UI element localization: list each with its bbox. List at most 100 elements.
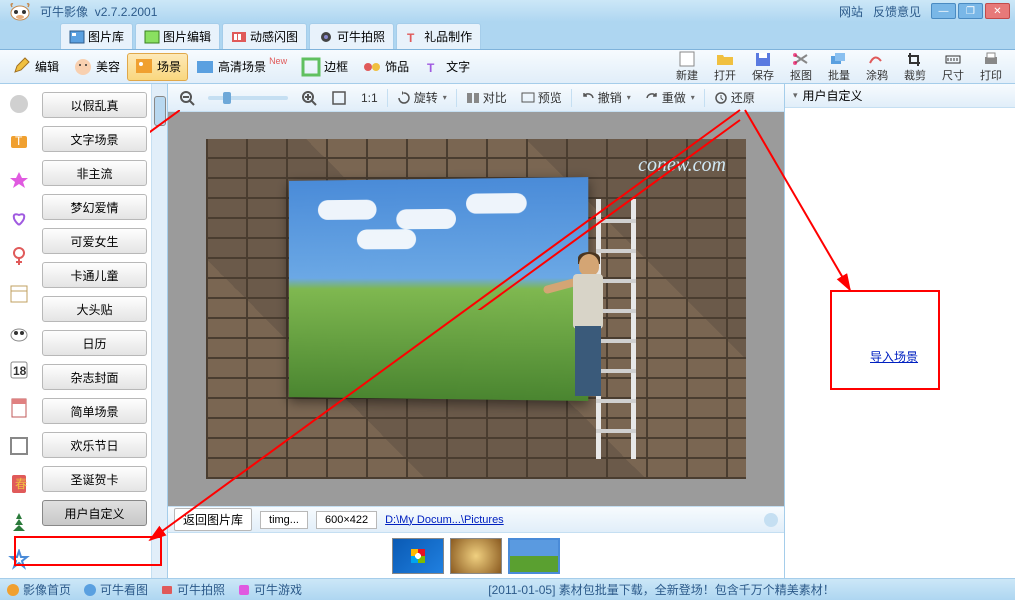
- tab-edit[interactable]: 图片编辑: [135, 23, 220, 49]
- rtool-crop[interactable]: 裁剪: [896, 49, 934, 85]
- toolbar: 编辑 美容 场景 高清场景New 边框 饰品 T文字 新建 打开 保存 抠图 批…: [0, 50, 1015, 84]
- thumb-3[interactable]: [508, 538, 560, 574]
- side-item-8[interactable]: 杂志封面: [42, 364, 147, 390]
- promo-text[interactable]: [2011-01-05] 素材包批量下载，全新登场！包含千万个精美素材！: [488, 581, 835, 598]
- tool-hdscene[interactable]: 高清场景New: [188, 53, 294, 81]
- compare-btn[interactable]: 对比: [461, 87, 512, 108]
- canvas-area[interactable]: conew.com: [168, 112, 784, 506]
- cat-icon-4: [7, 206, 31, 230]
- filename-field: timg...: [260, 511, 308, 529]
- link-feedback[interactable]: 反馈意见: [873, 3, 921, 20]
- side-item-4[interactable]: 可爱女生: [42, 228, 147, 254]
- cat-icon-1: [7, 92, 31, 116]
- flash-icon: [231, 30, 247, 44]
- cat-icon-2: T: [7, 130, 31, 154]
- back-to-gallery[interactable]: 返回图片库: [174, 508, 252, 531]
- rtool-size[interactable]: 尺寸: [934, 49, 972, 85]
- tool-edit[interactable]: 编辑: [5, 53, 66, 81]
- tab-flash[interactable]: 动感闪图: [222, 23, 307, 49]
- rtool-batch[interactable]: 批量: [820, 49, 858, 85]
- sidebar-icon-col: T 18 春: [0, 84, 38, 578]
- rotate-icon: [397, 91, 411, 105]
- filepath-link[interactable]: D:\My Docum...\Pictures: [385, 514, 504, 526]
- link-website[interactable]: 网站: [839, 3, 863, 20]
- minimize-button[interactable]: —: [931, 3, 956, 19]
- side-item-6[interactable]: 大头贴: [42, 296, 147, 322]
- rtool-save[interactable]: 保存: [744, 49, 782, 85]
- sidebar-button-col: 以假乱真 文字场景 非主流 梦幻爱情 可爱女生 卡通儿童 大头贴 日历 杂志封面…: [38, 84, 151, 578]
- side-item-12[interactable]: 用户自定义: [42, 500, 147, 526]
- import-scene-link[interactable]: 导入场景: [870, 348, 918, 365]
- right-panel: 用户自定义 导入场景: [785, 84, 1015, 578]
- zoom-fit[interactable]: [326, 88, 352, 108]
- status-camera[interactable]: 可牛拍照: [160, 581, 225, 598]
- thumb-1[interactable]: [392, 538, 444, 574]
- sidebar-scrollbar[interactable]: [151, 84, 167, 578]
- info-bar: 返回图片库 timg... 600×422 D:\My Docum...\Pic…: [168, 506, 784, 532]
- info-slider[interactable]: [764, 513, 778, 527]
- cat-icon-9: [7, 396, 31, 420]
- tab-camera[interactable]: 可牛拍照: [309, 23, 394, 49]
- tool-decor[interactable]: 饰品: [355, 53, 416, 81]
- side-item-3[interactable]: 梦幻爱情: [42, 194, 147, 220]
- side-item-1[interactable]: 文字场景: [42, 126, 147, 152]
- new-icon: [677, 51, 697, 67]
- maximize-button[interactable]: ❐: [958, 3, 983, 19]
- save-icon: [753, 51, 773, 67]
- rotate-menu[interactable]: 旋转: [392, 87, 452, 108]
- zoom-out[interactable]: [174, 88, 200, 108]
- pencil-icon: [12, 57, 32, 77]
- open-icon: [715, 51, 735, 67]
- side-item-5[interactable]: 卡通儿童: [42, 262, 147, 288]
- crop-icon: [905, 51, 925, 67]
- side-item-2[interactable]: 非主流: [42, 160, 147, 186]
- rtool-open[interactable]: 打开: [706, 49, 744, 85]
- rtool-cutout[interactable]: 抠图: [782, 49, 820, 85]
- frame-icon: [301, 57, 321, 77]
- rtool-print[interactable]: 打印: [972, 49, 1010, 85]
- fit-icon: [331, 90, 347, 106]
- cutout-icon: [791, 51, 811, 67]
- right-panel-header[interactable]: 用户自定义: [785, 84, 1015, 108]
- tool-scene[interactable]: 场景: [127, 53, 188, 81]
- tool-beauty[interactable]: 美容: [66, 53, 127, 81]
- rtool-new[interactable]: 新建: [668, 49, 706, 85]
- side-item-10[interactable]: 欢乐节日: [42, 432, 147, 458]
- thumb-2[interactable]: [450, 538, 502, 574]
- zoom-in[interactable]: [296, 88, 322, 108]
- rtool-doodle[interactable]: 涂鸦: [858, 49, 896, 85]
- zoom-slider[interactable]: [208, 96, 288, 100]
- status-viewer[interactable]: 可牛看图: [83, 581, 148, 598]
- cat-icon-6: [7, 282, 31, 306]
- side-item-9[interactable]: 简单场景: [42, 398, 147, 424]
- preview-btn[interactable]: 预览: [516, 87, 567, 108]
- tab-gift[interactable]: T礼品制作: [396, 23, 481, 49]
- tool-frame[interactable]: 边框: [294, 53, 355, 81]
- camera-icon: [318, 30, 334, 44]
- zoom-actual[interactable]: 1:1: [356, 89, 383, 107]
- cat-icon-3: [7, 168, 31, 192]
- cat-icon-12: [7, 510, 31, 534]
- close-button[interactable]: ✕: [985, 3, 1010, 19]
- camera-small-icon: [160, 583, 174, 597]
- main-tab-bar: 图片库 图片编辑 动感闪图 可牛拍照 T礼品制作: [0, 22, 1015, 50]
- cat-icon-5: [7, 244, 31, 268]
- zoom-in-icon: [301, 90, 317, 106]
- side-item-11[interactable]: 圣诞贺卡: [42, 466, 147, 492]
- tab-gallery[interactable]: 图片库: [60, 23, 133, 49]
- redo-icon: [645, 91, 659, 105]
- side-item-0[interactable]: 以假乱真: [42, 92, 147, 118]
- restore-btn[interactable]: 还原: [709, 87, 760, 108]
- undo-btn[interactable]: 撤销: [576, 87, 636, 108]
- redo-btn[interactable]: 重做: [640, 87, 700, 108]
- cow-icon: [7, 1, 33, 21]
- tool-text[interactable]: T文字: [416, 53, 477, 81]
- side-item-7[interactable]: 日历: [42, 330, 147, 356]
- scene-icon: [134, 57, 154, 77]
- title-bar: 可牛影像 v2.7.2.2001 网站 反馈意见 — ❐ ✕: [0, 0, 1015, 22]
- status-games[interactable]: 可牛游戏: [237, 581, 302, 598]
- view-toolbar: 1:1 旋转 对比 预览 撤销 重做 还原: [168, 84, 784, 112]
- doodle-icon: [867, 51, 887, 67]
- home-icon: [6, 583, 20, 597]
- status-home[interactable]: 影像首页: [6, 581, 71, 598]
